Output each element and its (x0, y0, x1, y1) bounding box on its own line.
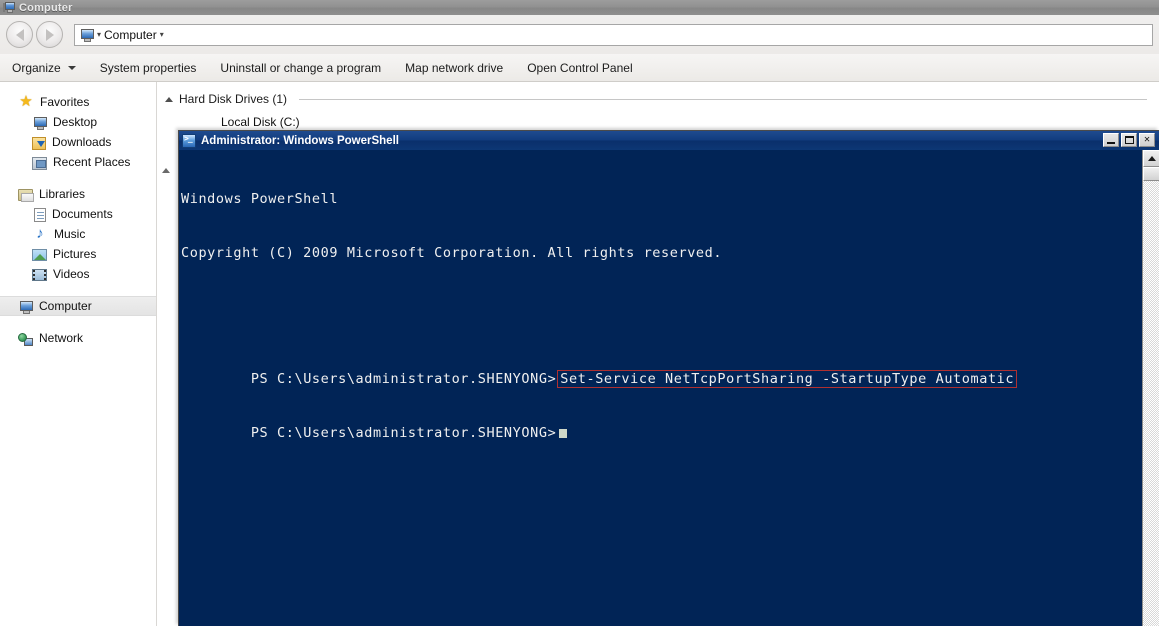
toolbar-label-open-control-panel: Open Control Panel (527, 61, 632, 75)
toolbar-label-uninstall: Uninstall or change a program (220, 61, 381, 75)
toolbar-label-map-network-drive: Map network drive (405, 61, 503, 75)
sidebar-item-desktop[interactable]: Desktop (0, 112, 156, 132)
sidebar-label-documents: Documents (52, 207, 113, 221)
chevron-up-icon (1148, 156, 1156, 161)
sidebar-label-videos: Videos (53, 267, 89, 281)
console-line-prompt2: PS C:\Users\administrator.SHENYONG> (181, 406, 1159, 424)
sidebar-item-libraries[interactable]: Libraries (0, 184, 156, 204)
sidebar-label-network: Network (39, 331, 83, 345)
window-controls: ✕ (1103, 133, 1155, 147)
console-line-blank (181, 298, 1159, 316)
back-button[interactable] (6, 21, 33, 48)
console-line-command: PS C:\Users\administrator.SHENYONG>Set-S… (181, 352, 1159, 370)
close-button[interactable]: ✕ (1139, 133, 1155, 147)
sidebar-label-computer: Computer (39, 299, 92, 313)
toolbar-item-system-properties[interactable]: System properties (98, 59, 199, 77)
computer-icon (3, 2, 15, 14)
console-scrollbar[interactable] (1142, 150, 1159, 626)
explorer-titlebar[interactable]: Computer (0, 0, 1159, 15)
desktop-monitor-icon (32, 117, 47, 130)
toolbar-label-system-properties: System properties (100, 61, 197, 75)
console-prompt-1: PS C:\Users\administrator.SHENYONG> (251, 371, 556, 387)
sidebar-item-favorites[interactable]: ★ Favorites (0, 92, 156, 112)
sidebar-item-music[interactable]: ♪ Music (0, 224, 156, 244)
toolbar-item-open-control-panel[interactable]: Open Control Panel (525, 59, 634, 77)
toolbar-item-organize[interactable]: Organize (10, 59, 78, 77)
libraries-icon (18, 189, 33, 201)
chevron-up-icon[interactable] (165, 97, 173, 102)
network-icon (18, 333, 33, 346)
sidebar-spacer (0, 284, 156, 296)
drive-item-local-disk-c[interactable]: Local Disk (C:) (221, 115, 300, 129)
pane-collapse-chevron-icon[interactable] (162, 168, 170, 173)
group-header-label: Hard Disk Drives (1) (179, 92, 287, 106)
forward-arrow-icon (46, 29, 54, 41)
picture-icon (32, 249, 47, 261)
toolbar-item-uninstall-or-change-a-program[interactable]: Uninstall or change a program (218, 59, 383, 77)
sidebar-label-libraries: Libraries (39, 187, 85, 201)
console-line-banner2: Copyright (C) 2009 Microsoft Corporation… (181, 244, 1159, 262)
sidebar-label-recent-places: Recent Places (53, 155, 130, 169)
console-line-banner1: Windows PowerShell (181, 190, 1159, 208)
powershell-titlebar[interactable]: Administrator: Windows PowerShell ✕ (179, 131, 1159, 150)
highlighted-command: Set-Service NetTcpPortSharing -StartupTy… (557, 370, 1017, 388)
toolbar-label-organize: Organize (12, 61, 61, 75)
powershell-window[interactable]: Administrator: Windows PowerShell ✕ Wind… (178, 130, 1159, 626)
sidebar-item-documents[interactable]: Documents (0, 204, 156, 224)
sidebar-label-downloads: Downloads (52, 135, 111, 149)
powershell-window-title: Administrator: Windows PowerShell (201, 135, 399, 147)
sidebar-item-computer[interactable]: Computer (0, 296, 156, 316)
command-toolbar: Organize System properties Uninstall or … (0, 54, 1159, 82)
minimize-button[interactable] (1103, 133, 1119, 147)
powershell-icon (182, 134, 196, 148)
computer-icon (18, 301, 33, 314)
group-header-hard-disk-drives[interactable]: Hard Disk Drives (1) (165, 92, 1147, 106)
powershell-console-output[interactable]: Windows PowerShell Copyright (C) 2009 Mi… (179, 150, 1159, 626)
sidebar-item-pictures[interactable]: Pictures (0, 244, 156, 264)
scroll-up-button[interactable] (1143, 150, 1159, 167)
maximize-button[interactable] (1121, 133, 1137, 147)
recent-places-icon (32, 157, 47, 170)
sidebar-label-pictures: Pictures (53, 247, 96, 261)
sidebar-item-videos[interactable]: Videos (0, 264, 156, 284)
downloads-folder-icon (32, 137, 46, 150)
navigation-pane: ★ Favorites Desktop Downloads Recent Pla… (0, 82, 157, 626)
sidebar-item-network[interactable]: Network (0, 328, 156, 348)
sidebar-label-favorites: Favorites (40, 95, 89, 109)
star-icon: ★ (18, 94, 34, 110)
group-header-rule (299, 99, 1147, 100)
breadcrumb-computer[interactable]: Computer (104, 28, 157, 42)
console-cursor (559, 429, 567, 438)
scrollbar-thumb[interactable] (1143, 167, 1159, 181)
video-film-icon (32, 269, 47, 281)
chevron-down-icon (68, 66, 76, 70)
sidebar-label-music: Music (54, 227, 85, 241)
sidebar-label-desktop: Desktop (53, 115, 97, 129)
music-note-icon: ♪ (32, 226, 48, 242)
toolbar-item-map-network-drive[interactable]: Map network drive (403, 59, 505, 77)
breadcrumb-separator-icon: ▾ (97, 31, 101, 39)
navigation-bar: ▾ Computer ▾ (0, 15, 1159, 54)
sidebar-spacer (0, 172, 156, 184)
sidebar-spacer (0, 316, 156, 328)
address-bar[interactable]: ▾ Computer ▾ (74, 24, 1153, 46)
address-computer-icon (79, 29, 94, 42)
sidebar-item-recent-places[interactable]: Recent Places (0, 152, 156, 172)
forward-button[interactable] (36, 21, 63, 48)
computer-explorer-window: Computer ▾ Computer ▾ Organize System pr… (0, 0, 1159, 626)
console-prompt-2: PS C:\Users\administrator.SHENYONG> (251, 425, 556, 441)
close-icon: ✕ (1144, 135, 1150, 145)
document-icon (34, 208, 46, 222)
back-arrow-icon (16, 29, 24, 41)
explorer-window-title: Computer (19, 2, 73, 14)
sidebar-item-downloads[interactable]: Downloads (0, 132, 156, 152)
breadcrumb-dropdown-icon[interactable]: ▾ (160, 31, 164, 39)
